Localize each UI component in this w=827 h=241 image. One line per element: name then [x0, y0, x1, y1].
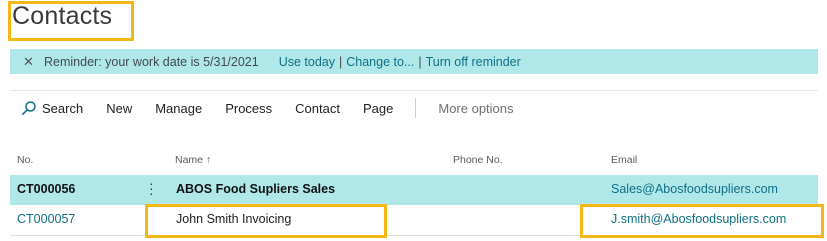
manage-menu[interactable]: Manage	[155, 101, 202, 116]
search-button[interactable]: Search	[10, 100, 83, 116]
column-header-email[interactable]: Email	[611, 154, 637, 166]
toolbar-separator	[415, 98, 417, 118]
column-header-name[interactable]: Name ↑	[175, 154, 211, 166]
separator: |	[338, 54, 343, 69]
title-highlight-box	[8, 1, 134, 41]
turn-off-reminder-link[interactable]: Turn off reminder	[426, 55, 521, 69]
contact-no-cell[interactable]: CT000056	[17, 182, 75, 196]
row-actions-icon[interactable]: · · ·	[149, 176, 155, 200]
work-date-reminder-bar: ✕ Reminder: your work date is 5/31/2021 …	[10, 49, 818, 74]
action-toolbar: Search New Manage Process Contact Page M…	[10, 94, 537, 122]
search-icon	[21, 101, 36, 115]
use-today-link[interactable]: Use today	[279, 55, 335, 69]
email-cell[interactable]: Sales@Abosfoodsupliers.com	[611, 182, 778, 196]
table-row[interactable]: CT000056 · · · ABOS Food Supliers Sales Sa…	[10, 175, 818, 205]
change-to-link[interactable]: Change to...	[346, 55, 414, 69]
email-highlight-box	[580, 204, 824, 238]
column-header-phone[interactable]: Phone No.	[453, 154, 503, 166]
process-menu[interactable]: Process	[225, 101, 272, 116]
contact-name-cell[interactable]: ABOS Food Supliers Sales	[176, 182, 335, 196]
more-options-button[interactable]: More options	[438, 101, 513, 116]
toolbar-divider	[10, 90, 818, 91]
page-menu[interactable]: Page	[363, 101, 393, 116]
contact-menu[interactable]: Contact	[295, 101, 340, 116]
column-header-no[interactable]: No.	[17, 154, 33, 166]
search-label: Search	[42, 100, 84, 116]
close-icon[interactable]: ✕	[23, 54, 35, 70]
new-button[interactable]: New	[106, 101, 132, 116]
separator: |	[418, 54, 422, 69]
contact-no-cell[interactable]: CT000057	[17, 212, 75, 226]
name-highlight-box	[145, 204, 387, 238]
reminder-text: Reminder: your work date is 5/31/2021	[44, 54, 259, 69]
